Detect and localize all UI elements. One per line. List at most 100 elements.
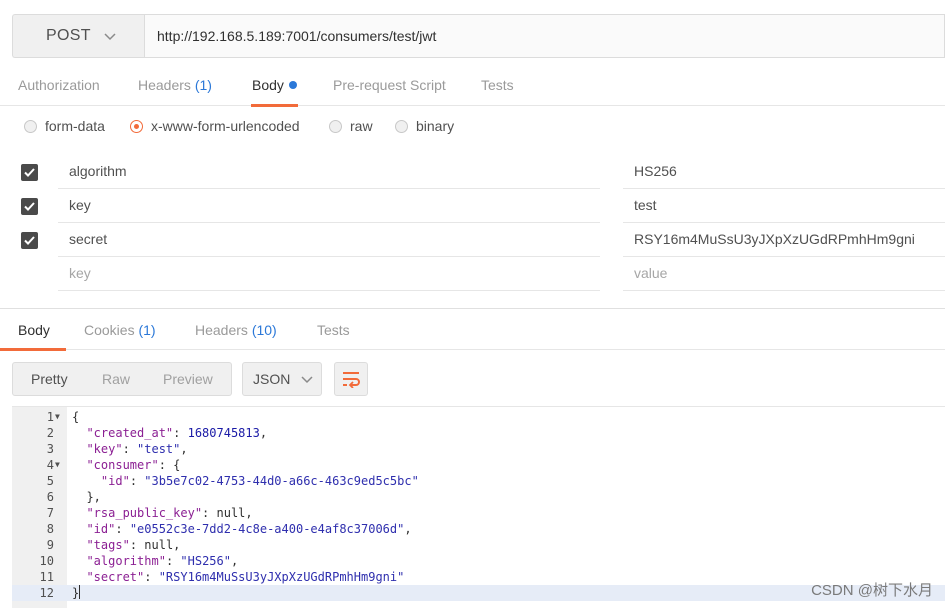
params-table: algorithm HS256 key test secret RSY16m4M… [0, 156, 945, 292]
param-value-input[interactable]: HS256 [623, 156, 945, 189]
radio-circle-icon [24, 119, 37, 133]
param-value-input[interactable]: test [623, 190, 945, 223]
tab-count: (1) [138, 322, 156, 338]
row-checkbox[interactable] [21, 232, 38, 249]
tab-label: Cookies [84, 322, 135, 338]
tab-body[interactable]: Body [251, 64, 298, 107]
code-line: 4 ▼ "consumer": { [12, 457, 945, 473]
json-key: "key" [86, 442, 123, 456]
line-number: 4 [46, 458, 54, 472]
json-value: "RSY16m4MuSsU3yJXpXzUGdRPmhHm9gni" [158, 570, 405, 584]
preview-button[interactable]: Preview [163, 363, 213, 395]
code-line-active: 12 } [12, 585, 945, 601]
tab-label: Tests [481, 77, 514, 93]
code-text: "created_at": 1680745813, [86, 426, 268, 440]
code-text: "key": "test", [86, 442, 188, 456]
tab-tests[interactable]: Tests [481, 64, 514, 106]
wrap-lines-button[interactable] [334, 362, 368, 396]
line-number: 5 [46, 474, 54, 488]
param-key-input[interactable]: key [58, 190, 600, 223]
row-checkbox[interactable] [21, 198, 38, 215]
response-tab-headers[interactable]: Headers (10) [195, 309, 277, 350]
tab-pre-request-script[interactable]: Pre-request Script [333, 64, 446, 106]
code-text: "id": "e0552c3e-7dd2-4c8e-a400-e4af8c370… [86, 522, 412, 536]
checkmark-icon [24, 236, 35, 245]
chevron-down-icon [301, 376, 313, 384]
code-line: 10 "algorithm": "HS256", [12, 553, 945, 569]
line-number: 3 [46, 442, 54, 456]
format-dropdown[interactable]: JSON [242, 362, 322, 396]
tab-count: (1) [194, 77, 212, 93]
code-line: 3 "key": "test", [12, 441, 945, 457]
code-line: 1 ▼ { [12, 409, 945, 425]
line-number: 2 [46, 426, 54, 440]
pretty-button[interactable]: Pretty [31, 363, 68, 395]
param-value-input[interactable]: RSY16m4MuSsU3yJXpXzUGdRPmhHm9gni [623, 224, 945, 257]
code-line: 6 }, [12, 489, 945, 505]
json-key: "rsa_public_key" [86, 506, 203, 520]
code-line: 5 "id": "3b5e7c02-4753-44d0-a66c-463c9ed… [12, 473, 945, 489]
tab-label: Headers [195, 322, 248, 338]
checkmark-icon [24, 202, 35, 211]
radio-circle-icon [130, 119, 143, 133]
tab-headers[interactable]: Headers (1) [138, 64, 212, 106]
json-value: "HS256" [180, 554, 231, 568]
tab-label: Tests [317, 322, 350, 338]
new-key-input[interactable]: key [58, 258, 600, 291]
url-input[interactable]: http://192.168.5.189:7001/consumers/test… [144, 14, 945, 58]
radio-label: x-www-form-urlencoded [151, 118, 300, 134]
method-dropdown[interactable]: POST [12, 14, 144, 58]
raw-button[interactable]: Raw [102, 363, 130, 395]
new-value-input[interactable]: value [623, 258, 945, 291]
tab-label: Body [252, 77, 284, 93]
chevron-down-icon [104, 33, 116, 41]
param-key-input[interactable]: algorithm [58, 156, 600, 189]
radio-circle-icon [395, 119, 408, 133]
code-text: "algorithm": "HS256", [86, 554, 239, 568]
wrap-lines-icon [343, 372, 360, 388]
json-value: "3b5e7c02-4753-44d0-a66c-463c9ed5c5bc" [144, 474, 419, 488]
response-tab-cookies[interactable]: Cookies (1) [84, 309, 156, 350]
radio-x-www-form-urlencoded[interactable]: x-www-form-urlencoded [130, 118, 300, 134]
line-number: 7 [46, 506, 54, 520]
table-row: secret RSY16m4MuSsU3yJXpXzUGdRPmhHm9gni [0, 224, 945, 258]
tab-label: Body [18, 322, 50, 338]
line-number: 1 [46, 410, 54, 424]
json-value: "e0552c3e-7dd2-4c8e-a400-e4af8c37006d" [129, 522, 405, 536]
url-text: http://192.168.5.189:7001/consumers/test… [157, 28, 437, 44]
json-key: "id" [100, 474, 130, 488]
response-tab-tests[interactable]: Tests [317, 309, 350, 350]
line-number: 10 [39, 554, 54, 568]
line-number: 11 [39, 570, 54, 584]
view-mode-group: Pretty Raw Preview [12, 362, 232, 396]
tab-label: Authorization [18, 77, 100, 93]
fold-arrow-icon[interactable]: ▼ [55, 457, 60, 473]
text-cursor [79, 585, 81, 599]
json-key: "id" [86, 522, 116, 536]
radio-binary[interactable]: binary [395, 118, 454, 134]
json-key: "algorithm" [86, 554, 166, 568]
row-checkbox[interactable] [21, 164, 38, 181]
fold-arrow-icon[interactable]: ▼ [55, 409, 60, 425]
code-text: "tags": null, [86, 538, 181, 552]
radio-form-data[interactable]: form-data [24, 118, 105, 134]
table-row: algorithm HS256 [0, 156, 945, 190]
code-line: 7 "rsa_public_key": null, [12, 505, 945, 521]
code-text: "rsa_public_key": null, [86, 506, 253, 520]
code-text: } [72, 585, 81, 600]
code-text: "secret": "RSY16m4MuSsU3yJXpXzUGdRPmhHm9… [86, 570, 405, 584]
radio-circle-icon [329, 119, 342, 133]
response-code-viewer[interactable]: 1 ▼ { 2 "created_at": 1680745813, 3 "key"… [12, 406, 945, 608]
table-row-new: key value [0, 258, 945, 292]
code-line: 8 "id": "e0552c3e-7dd2-4c8e-a400-e4af8c3… [12, 521, 945, 537]
watermark: CSDN @树下水月 [811, 582, 933, 599]
radio-raw[interactable]: raw [329, 118, 373, 134]
param-key-input[interactable]: secret [58, 224, 600, 257]
code-line: 2 "created_at": 1680745813, [12, 425, 945, 441]
json-value: 1680745813 [187, 426, 260, 440]
tab-authorization[interactable]: Authorization [18, 64, 100, 106]
json-key: "secret" [86, 570, 145, 584]
radio-label: form-data [45, 118, 105, 134]
json-value: null [216, 506, 246, 520]
response-tab-body[interactable]: Body [0, 309, 66, 351]
